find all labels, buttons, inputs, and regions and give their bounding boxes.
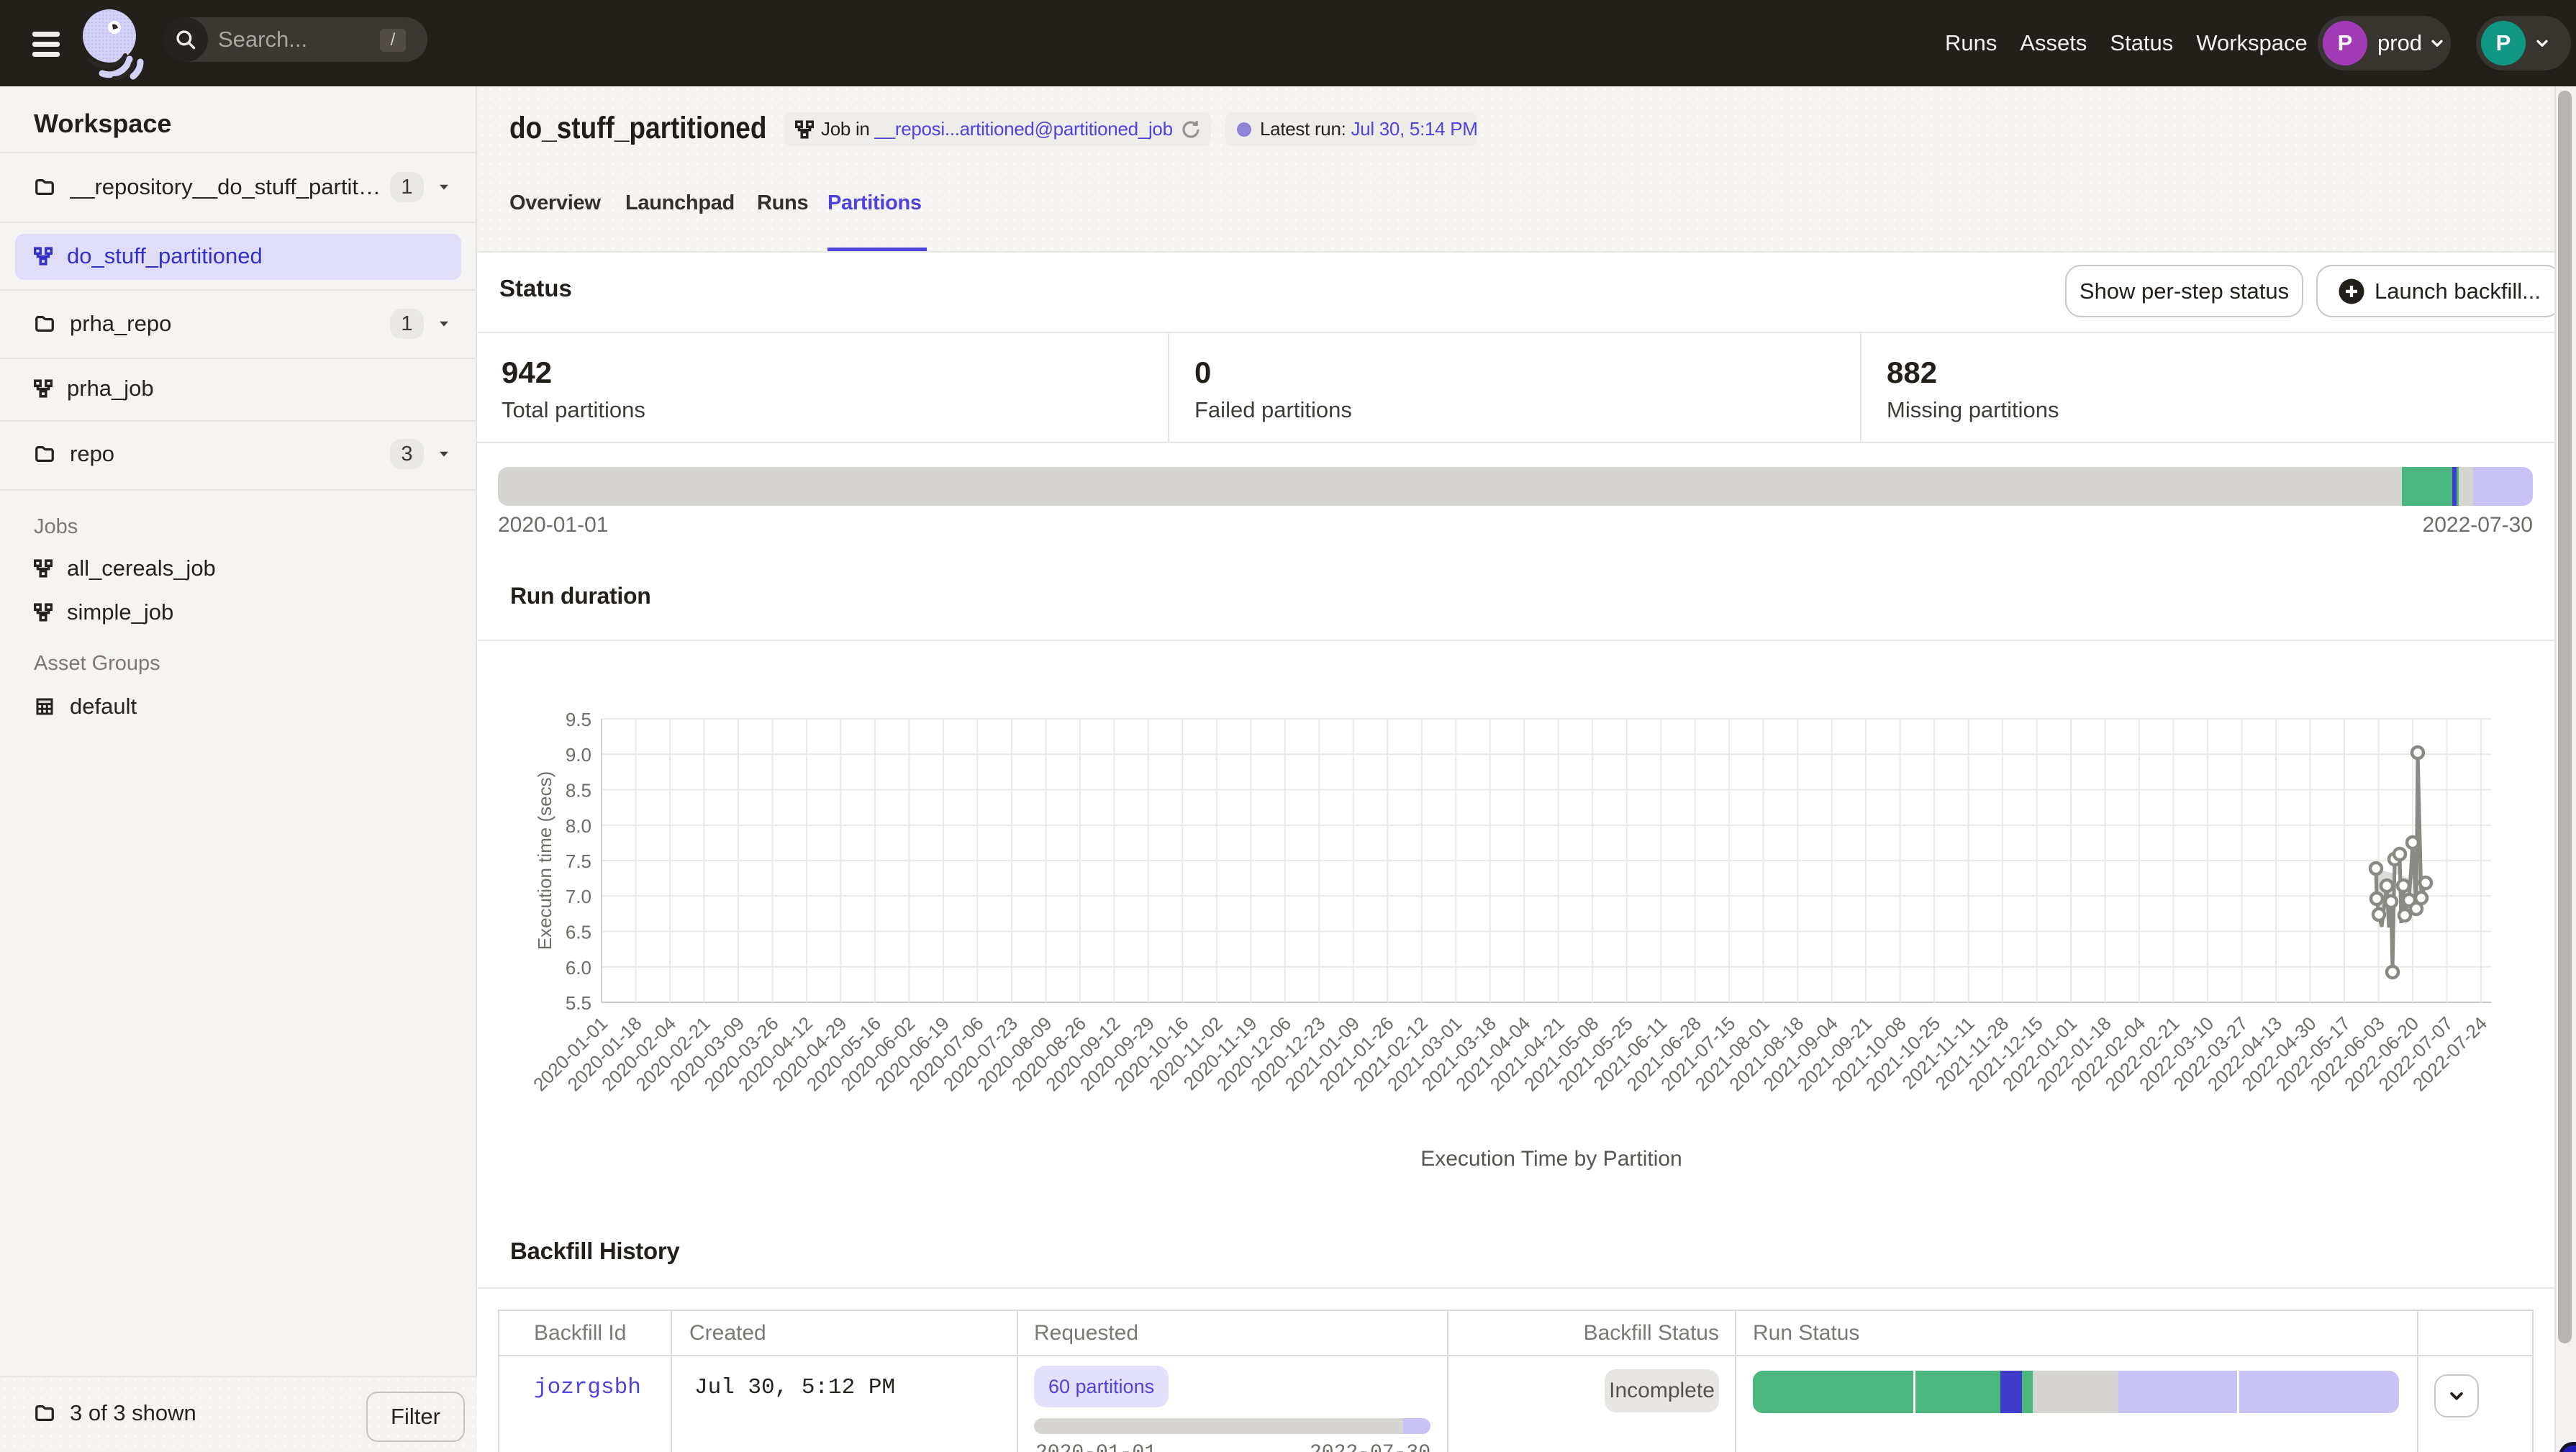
svg-text:Execution time (secs): Execution time (secs) [534, 771, 555, 950]
svg-text:8.5: 8.5 [566, 780, 591, 802]
svg-text:8.0: 8.0 [566, 815, 591, 837]
svg-text:7.5: 7.5 [566, 850, 591, 872]
svg-text:Execution Time by Partition: Execution Time by Partition [1420, 1147, 1682, 1171]
svg-text:7.0: 7.0 [566, 886, 591, 907]
svg-text:5.5: 5.5 [566, 992, 591, 1014]
svg-text:6.5: 6.5 [566, 922, 591, 943]
svg-text:9.5: 9.5 [566, 709, 591, 730]
svg-text:6.0: 6.0 [566, 957, 591, 979]
svg-text:9.0: 9.0 [566, 744, 591, 766]
